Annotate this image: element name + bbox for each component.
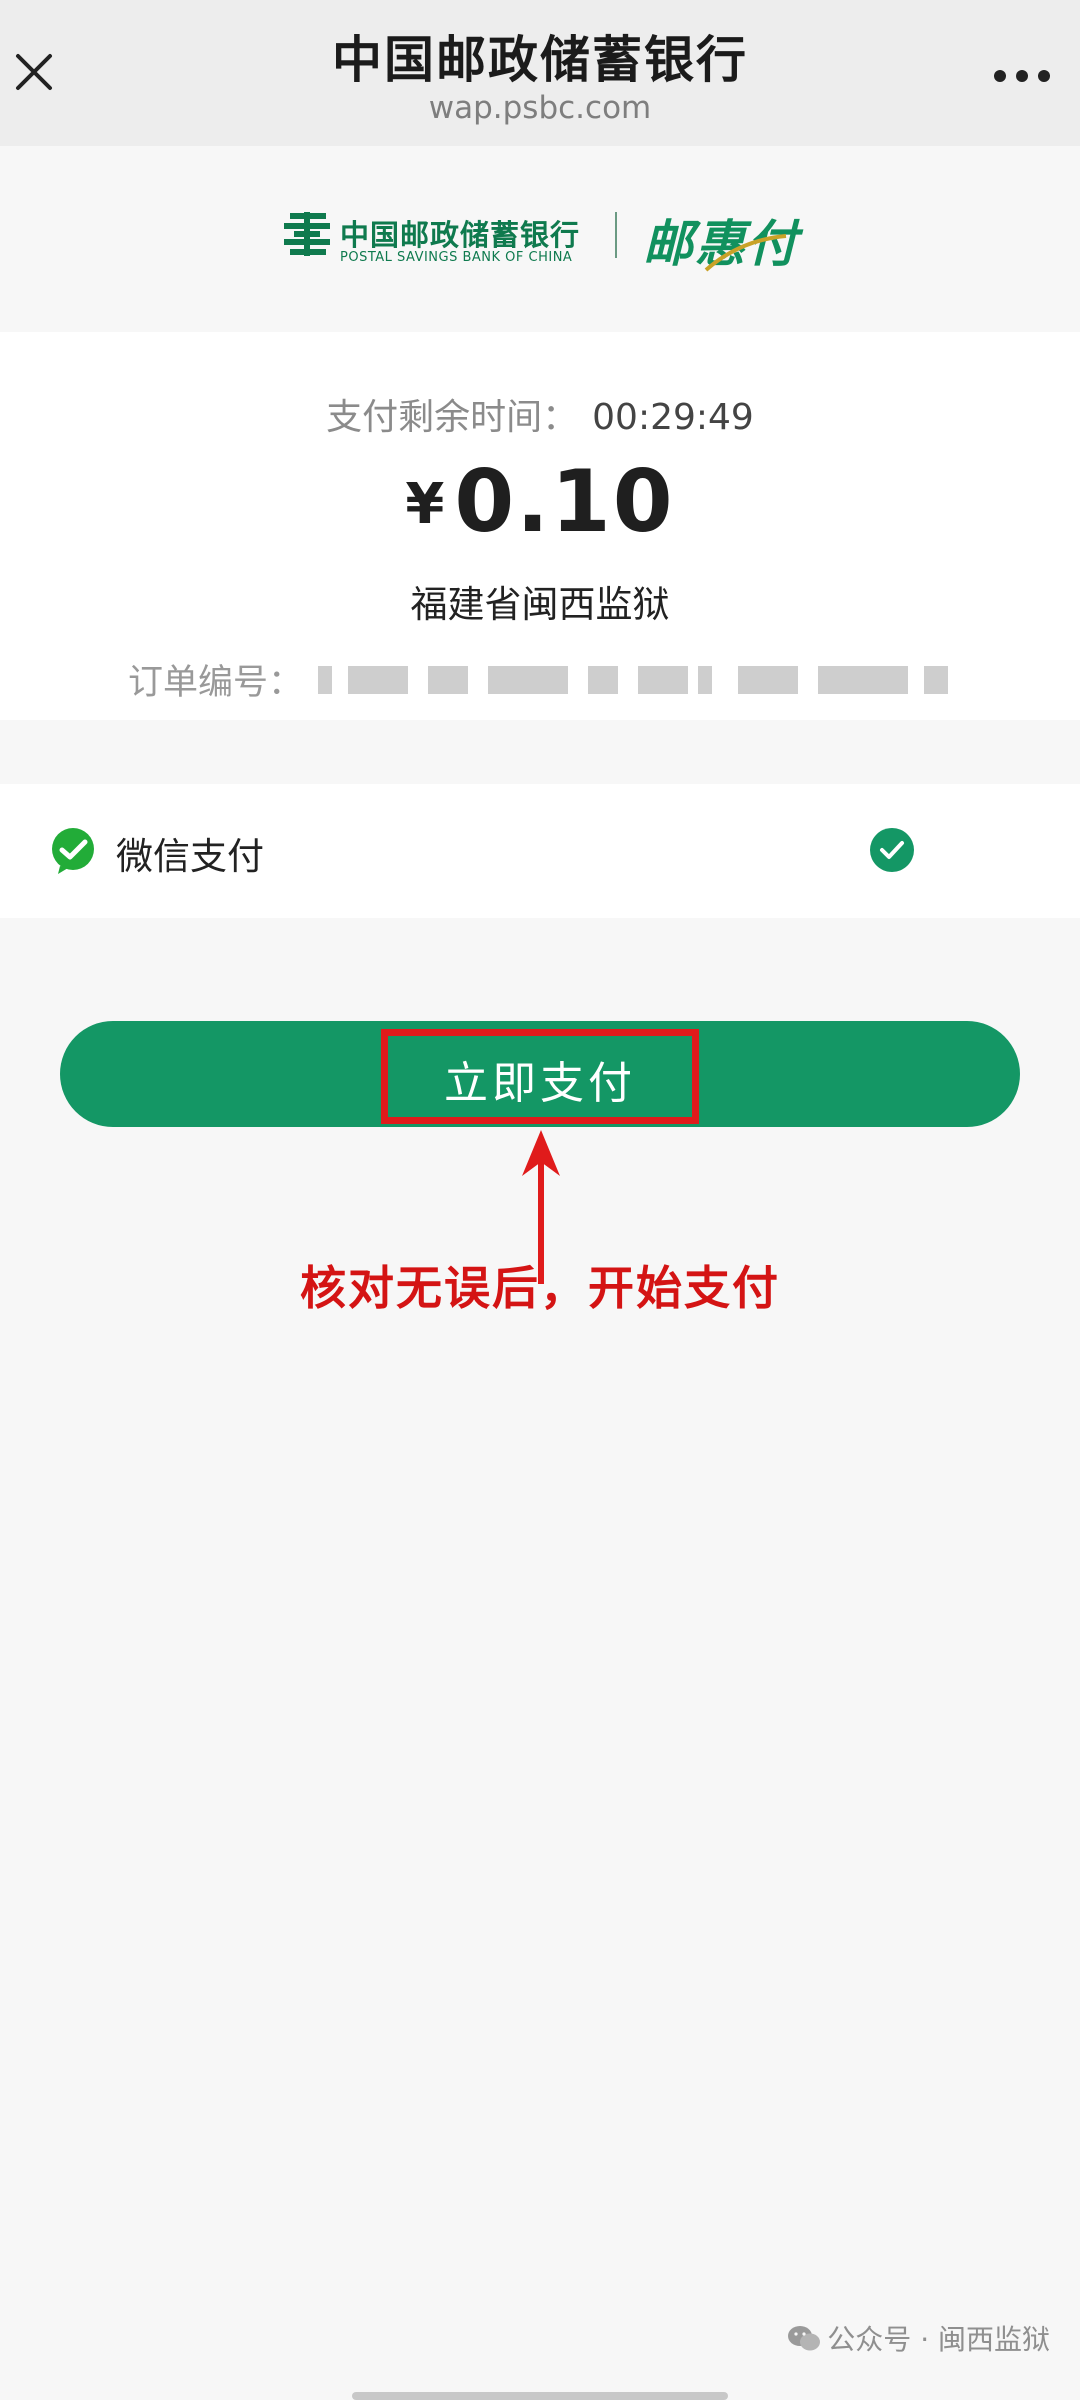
watermark: 公众号 · 闽西监狱 — [787, 2318, 1050, 2358]
payment-method-wechat[interactable]: 微信支付 — [0, 784, 1080, 918]
bank-logo-band: 中国邮政储蓄银行 POSTAL SAVINGS BANK OF CHINA 邮惠… — [0, 146, 1080, 332]
payment-amount: ¥0.10 — [0, 452, 1080, 552]
highlight-box — [381, 1029, 699, 1124]
wechat-pay-icon — [52, 828, 94, 874]
page-title: 中国邮政储蓄银行 — [332, 31, 748, 89]
order-label: 订单编号： — [128, 663, 304, 703]
watermark-text: 公众号 · 闽西监狱 — [827, 2323, 1050, 2356]
home-indicator[interactable] — [352, 2392, 728, 2400]
payment-page: 中国邮政储蓄银行 wap.psbc.com 中国邮政储蓄银行 POSTAL SA… — [0, 0, 1080, 2400]
check-icon[interactable] — [868, 826, 916, 874]
brand-swoosh-icon — [704, 234, 787, 272]
order-number-redacted — [318, 662, 948, 698]
page-url: wap.psbc.com — [428, 90, 652, 126]
top-bar: 中国邮政储蓄银行 wap.psbc.com — [0, 0, 1080, 146]
currency-symbol: ¥ — [405, 472, 445, 537]
payment-info-card: 支付剩余时间： 00:29:49 ¥0.10 福建省闽西监狱 订单编号： — [0, 332, 1080, 720]
wechat-official-account-icon — [788, 2326, 821, 2351]
payment-method-label: 微信支付 — [116, 835, 264, 878]
logo-divider — [615, 212, 617, 258]
countdown: 支付剩余时间： 00:29:49 — [0, 388, 1080, 440]
countdown-label: 支付剩余时间： — [326, 397, 579, 438]
countdown-time: 00:29:49 — [592, 397, 754, 438]
psbc-logo-icon — [284, 212, 330, 256]
bank-name-en: POSTAL SAVINGS BANK OF CHINA — [340, 250, 573, 265]
more-dots-icon[interactable] — [994, 70, 1050, 84]
annotation-text: 核对无误后，开始支付 — [300, 1261, 780, 1315]
merchant-name: 福建省闽西监狱 — [410, 583, 670, 626]
amount-value: 0.10 — [454, 452, 675, 552]
bank-name-cn: 中国邮政储蓄银行 — [340, 218, 581, 252]
